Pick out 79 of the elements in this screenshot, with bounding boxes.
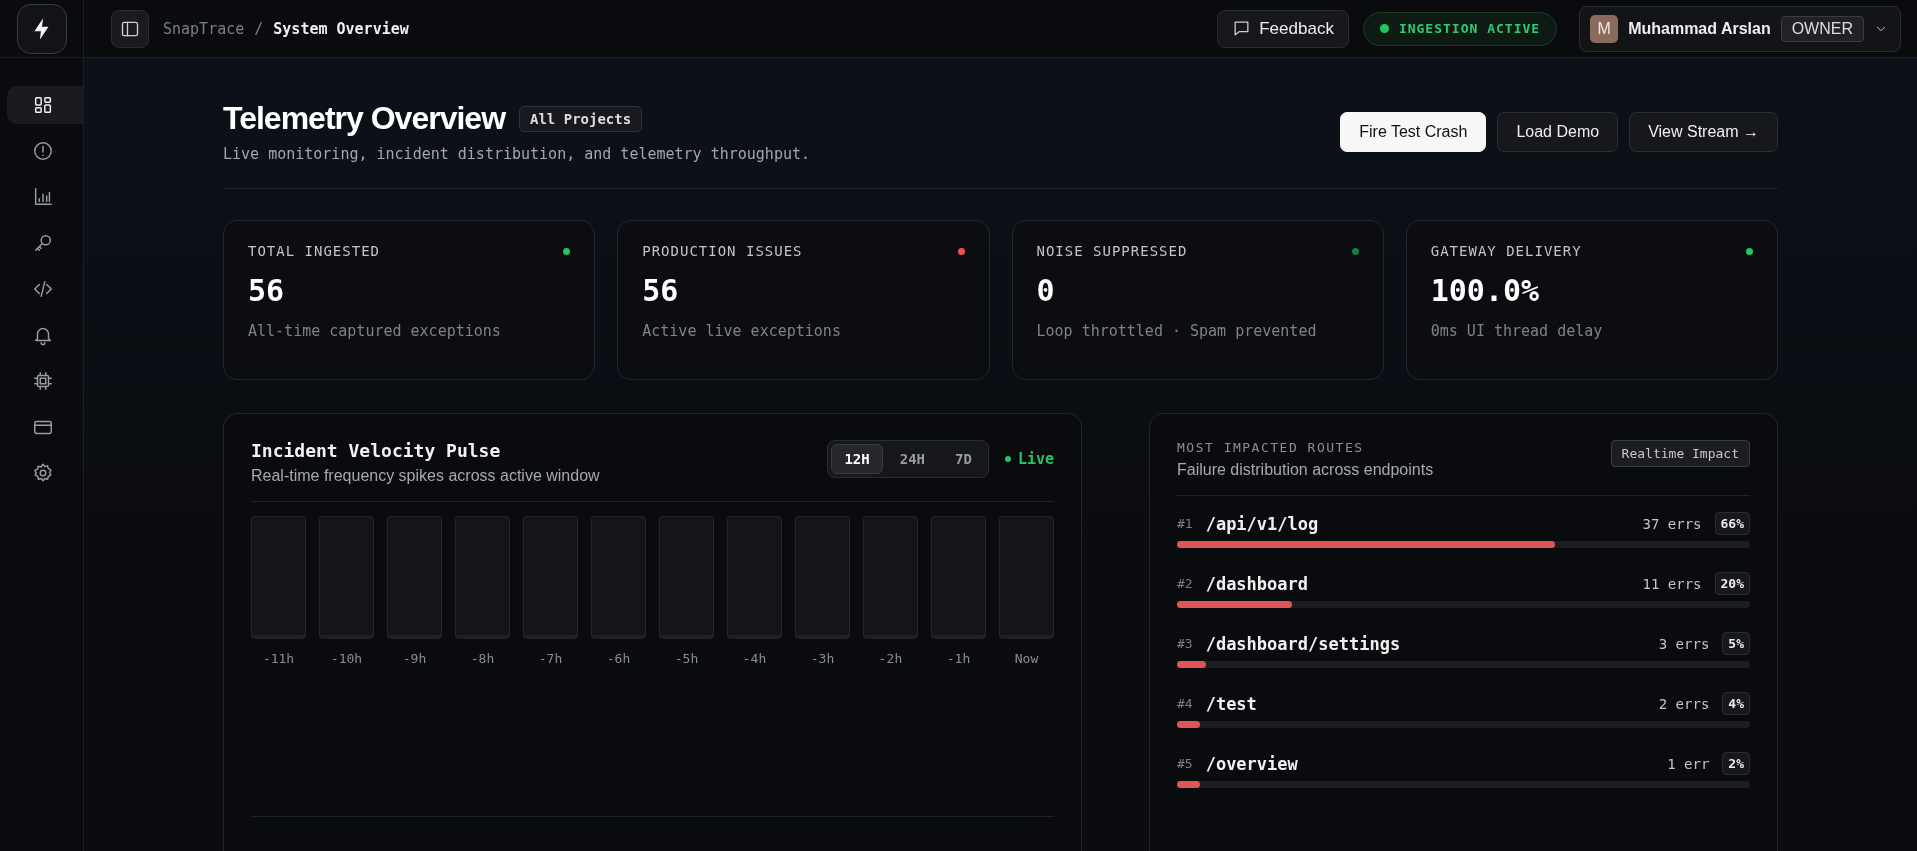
action-button[interactable]: Fire Test Crash	[1340, 112, 1487, 152]
stat-note: All-time captured exceptions	[248, 322, 502, 340]
app-logo-icon[interactable]	[16, 4, 67, 54]
stat-value: 56	[642, 273, 680, 308]
time-label: -4h	[742, 651, 767, 666]
route-path: /dashboard	[1205, 573, 1309, 594]
settings-icon	[32, 462, 54, 484]
share-badge: 66%	[1714, 512, 1750, 535]
route-rank: #5	[1177, 756, 1193, 771]
sidebar-nav-item[interactable]	[7, 86, 83, 124]
share-badge: 4%	[1722, 692, 1750, 715]
panel-subtitle: Real-time frequency spikes across active window	[251, 467, 600, 485]
breadcrumb-separator: /	[254, 19, 264, 38]
time-label: -8h	[470, 651, 495, 666]
time-label: -11h	[262, 651, 295, 666]
stat-note: 0ms UI thread delay	[1430, 322, 1604, 340]
stat-note: Active live exceptions	[642, 322, 842, 340]
route-rank: #1	[1177, 516, 1193, 531]
error-count: 11 errs	[1642, 575, 1702, 592]
project-scope-badge: All Projects	[519, 105, 643, 132]
stat-label: PRODUCTION ISSUES	[642, 243, 803, 259]
stat-label: GATEWAY DELIVERY	[1430, 243, 1582, 259]
share-badge: 5%	[1722, 632, 1750, 655]
stat-value: 100.0%	[1430, 273, 1541, 308]
user-name: Muhammad Arslan	[1628, 19, 1771, 38]
panel-heading: MOST IMPACTED ROUTES	[1177, 440, 1365, 455]
error-count: 3 errs	[1658, 635, 1710, 652]
stat-label: NOISE SUPPRESSED	[1036, 243, 1188, 259]
dashboard-grid-icon	[32, 94, 54, 116]
page-subtitle: Live monitoring, incident distribution, and telemetry throughput.	[223, 145, 810, 163]
time-label: -9h	[402, 651, 427, 666]
time-label: -2h	[878, 651, 903, 666]
feedback-button[interactable]: Feedback	[1217, 9, 1349, 48]
breadcrumb-link[interactable]: SnapTrace	[163, 19, 245, 38]
route-rank: #2	[1177, 576, 1193, 591]
page-heading: Telemetry Overview	[223, 100, 505, 137]
stat-value: 0	[1036, 273, 1056, 308]
time-range-tab[interactable]: 24H	[886, 444, 938, 474]
time-label: -6h	[606, 651, 631, 666]
panel-subtitle: Failure distribution across endpoints	[1177, 461, 1434, 479]
stat-value: 56	[248, 273, 286, 308]
route-path: /overview	[1205, 753, 1299, 774]
route-path: /test	[1205, 693, 1258, 714]
time-range-tab[interactable]: 12H	[831, 444, 883, 474]
time-label: -3h	[810, 651, 835, 666]
page-title: System Overview	[273, 19, 409, 38]
share-badge: 20%	[1714, 572, 1750, 595]
action-button[interactable]: Load Demo	[1497, 112, 1619, 152]
role-badge: OWNER	[1780, 15, 1864, 42]
time-label: Now	[1014, 651, 1039, 666]
stat-note: Loop throttled · Spam prevented	[1036, 322, 1318, 340]
action-button[interactable]: View Stream →	[1629, 112, 1778, 152]
realtime-impact-badge: Realtime Impact	[1610, 440, 1750, 467]
key-icon	[32, 232, 54, 254]
user-menu[interactable]: M Muhammad Arslan OWNER	[1579, 5, 1901, 52]
route-path: /api/v1/log	[1205, 513, 1320, 534]
live-label: Live	[1017, 450, 1054, 468]
share-badge: 2%	[1722, 752, 1750, 775]
chip-icon	[32, 370, 54, 392]
error-count: 2 errs	[1658, 695, 1710, 712]
route-rank: #3	[1177, 636, 1193, 651]
live-dot	[1004, 456, 1011, 462]
time-label: -5h	[674, 651, 699, 666]
time-label: -7h	[538, 651, 563, 666]
time-range-tab[interactable]: 7D	[942, 444, 985, 474]
ingestion-status-badge: INGESTION ACTIVE	[1362, 11, 1558, 46]
bar-chart-icon	[32, 186, 54, 208]
stat-label: TOTAL INGESTED	[248, 243, 380, 259]
time-label: -10h	[330, 651, 363, 666]
error-count: 1 err	[1667, 755, 1710, 772]
time-label: -1h	[946, 651, 971, 666]
user-avatar: M	[1590, 14, 1619, 43]
error-count: 37 errs	[1642, 515, 1702, 532]
panel-title: Incident Velocity Pulse	[251, 440, 502, 461]
route-rank: #4	[1177, 696, 1193, 711]
alert-circle-icon	[32, 140, 54, 162]
sidebar-toggle-button[interactable]	[111, 9, 149, 48]
route-path: /dashboard/settings	[1205, 633, 1402, 654]
code-icon	[32, 278, 54, 300]
